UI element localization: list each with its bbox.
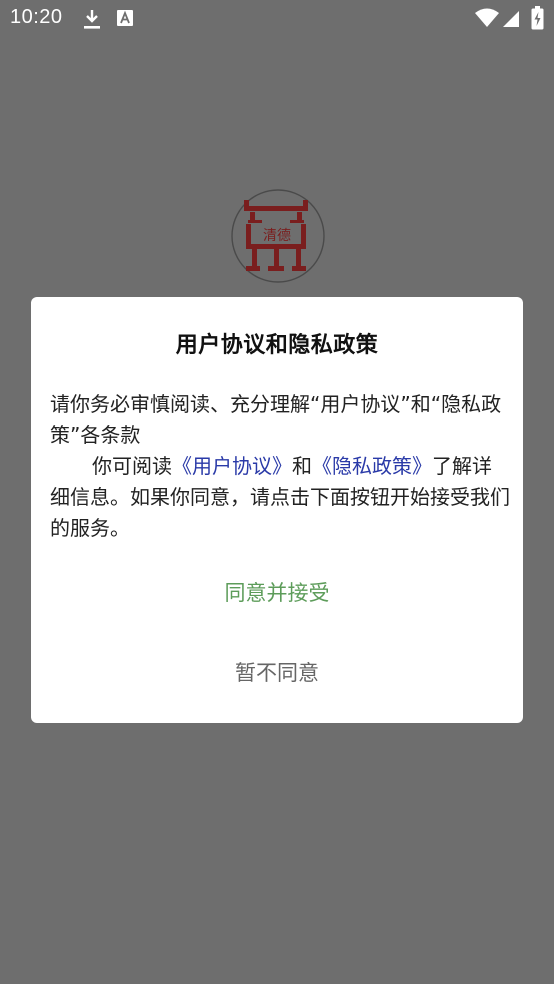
- dialog-title: 用户协议和隐私政策: [175, 333, 379, 358]
- paragraph-2-and: 和: [292, 454, 312, 478]
- decline-button[interactable]: 暂不同意: [31, 657, 523, 687]
- privacy-dialog: 用户协议和隐私政策 请你务必审慎阅读、充分理解“用户协议”和“隐私政策”各条款 …: [31, 297, 523, 723]
- dialog-paragraph-1: 请你务必审慎阅读、充分理解“用户协议”和“隐私政策”各条款: [50, 392, 502, 447]
- user-agreement-link[interactable]: 《用户协议》: [172, 454, 292, 478]
- privacy-policy-link[interactable]: 《隐私政策》: [312, 454, 432, 478]
- paragraph-2-prefix: 你可阅读: [92, 454, 172, 478]
- dialog-paragraph-2: 你可阅读《用户协议》和《隐私政策》了解详细信息。如果你同意，请点击下面按钮开始接…: [50, 451, 510, 544]
- accept-button[interactable]: 同意并接受: [31, 577, 523, 607]
- dialog-body: 请你务必审慎阅读、充分理解“用户协议”和“隐私政策”各条款 你可阅读《用户协议》…: [50, 389, 510, 544]
